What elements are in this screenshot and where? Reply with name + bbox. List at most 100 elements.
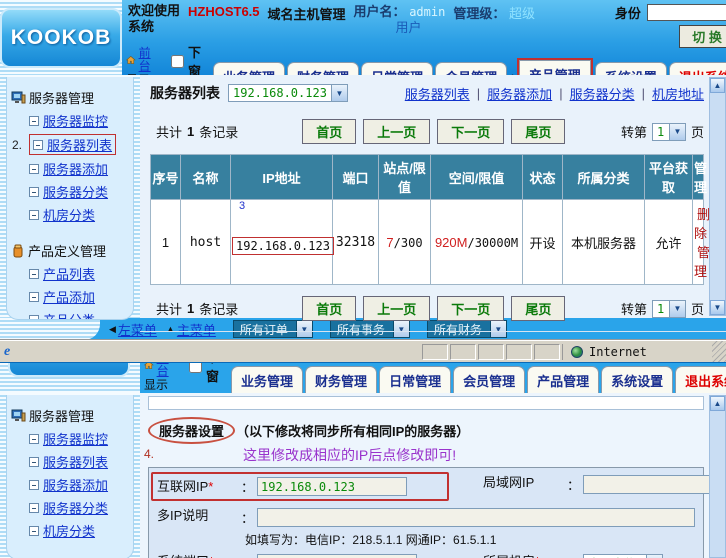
- resize-grip[interactable]: [712, 341, 726, 362]
- sidebar-item-server-monitor[interactable]: 服务器监控: [11, 109, 133, 132]
- logo-button-clipped: [8, 363, 130, 377]
- status-bar: e Internet: [0, 340, 726, 362]
- first-page-button[interactable]: 首页: [302, 296, 357, 321]
- prev-page-button[interactable]: 上一页: [363, 119, 431, 144]
- tab-business[interactable]: 业务管理: [231, 366, 304, 393]
- scroll-down-icon[interactable]: ▼: [710, 300, 725, 315]
- chevron-down-icon[interactable]: ▼: [668, 300, 685, 317]
- lower-window-checkbox[interactable]: [189, 363, 203, 373]
- sidebar-item-product-list[interactable]: 产品列表: [11, 262, 133, 285]
- server-icon: [11, 91, 26, 104]
- first-page-button[interactable]: 首页: [302, 119, 357, 144]
- multi-ip-input[interactable]: [257, 508, 695, 527]
- collapse-icon[interactable]: [29, 525, 39, 536]
- sidebar-item-server-list[interactable]: 服务器列表: [11, 450, 133, 473]
- finance-select[interactable]: 所有财务 ▼: [426, 320, 507, 338]
- window-top: KOOKOB 欢迎使用 系统 HZHOST6.5 域名主机管理 用户名： adm…: [0, 0, 726, 362]
- link-room-address[interactable]: 机房地址: [652, 84, 704, 103]
- sidebar-item-product-category[interactable]: 产品分类: [11, 308, 133, 319]
- tab-finance[interactable]: 财务管理: [305, 366, 378, 393]
- front-link[interactable]: 前台: [157, 363, 173, 379]
- chevron-down-icon[interactable]: ▼: [330, 85, 347, 101]
- page-title: 服务器列表: [150, 85, 220, 101]
- collapse-icon[interactable]: [29, 314, 39, 319]
- collapse-icon[interactable]: [29, 291, 39, 302]
- main-menu-toggle[interactable]: ▲ 主菜单: [166, 320, 216, 339]
- last-page-button[interactable]: 尾页: [511, 119, 566, 144]
- chevron-down-icon[interactable]: ▼: [489, 321, 506, 337]
- sidebar-item-server-list[interactable]: 2. 服务器列表: [11, 132, 133, 157]
- annotation-step2: 2.: [12, 137, 23, 152]
- collapse-icon[interactable]: [33, 139, 43, 150]
- transactions-select[interactable]: 所有事务 ▼: [329, 320, 410, 338]
- room-select[interactable]: 中国电信 ▼: [583, 554, 664, 558]
- sidebar-group-products-title: 产品定义管理: [28, 244, 107, 259]
- cell-manage: 删除 管理: [692, 199, 710, 285]
- last-page-button[interactable]: 尾页: [511, 296, 566, 321]
- sidebar-item-server-monitor[interactable]: 服务器监控: [11, 427, 133, 450]
- multi-ip-hint: 如填写为：电信IP：218.5.1.1 网通IP：61.5.1.1: [245, 533, 497, 547]
- internet-zone: Internet: [562, 343, 712, 360]
- sidebar-group-products: 产品定义管理: [11, 241, 133, 260]
- link-server-list[interactable]: 服务器列表: [405, 84, 470, 103]
- left-menu-toggle[interactable]: ◀ 左菜单: [109, 320, 157, 339]
- logo-button[interactable]: KOOKOB: [0, 7, 122, 68]
- lower-window-checkbox[interactable]: [171, 54, 185, 68]
- lan-ip-input[interactable]: [583, 475, 726, 494]
- server-table: 序号 名称 IP地址 端口 站点/限值 空间/限值 状态 所属分类 平台获取 管…: [150, 154, 710, 285]
- sidebar-item-room-category[interactable]: 机房分类: [11, 203, 133, 226]
- sidebar-panel: 服务器管理 服务器监控 2. 服务器列表 服务器添加 服务器分类 机房分类 产品…: [6, 77, 134, 320]
- link-server-add[interactable]: 服务器添加: [487, 84, 552, 103]
- collapse-icon[interactable]: [29, 502, 39, 513]
- tab-settings[interactable]: 系统设置: [601, 366, 674, 393]
- sidebar-item-server-add[interactable]: 服务器添加: [11, 473, 133, 496]
- identity-input[interactable]: [646, 4, 726, 21]
- header-right: 欢迎使用 系统 HZHOST6.5 域名主机管理 用户名： admin 用户 管…: [122, 0, 726, 89]
- scrollbar-vertical[interactable]: ▲ ▼: [709, 77, 726, 316]
- internet-ip-input[interactable]: [257, 477, 408, 496]
- delete-link[interactable]: 删除: [694, 207, 710, 241]
- collapse-icon[interactable]: [29, 209, 39, 220]
- collapse-icon[interactable]: [29, 163, 39, 174]
- tab-product[interactable]: 产品管理: [527, 366, 600, 393]
- globe-icon: [571, 345, 583, 358]
- chevron-down-icon[interactable]: ▼: [668, 123, 685, 140]
- collapse-icon[interactable]: [29, 115, 39, 126]
- next-page-button[interactable]: 下一页: [437, 296, 505, 321]
- welcome-line1: 欢迎使用: [128, 3, 181, 18]
- sidebar-item-room-category[interactable]: 机房分类: [11, 519, 133, 542]
- chevron-down-icon[interactable]: ▼: [295, 321, 312, 337]
- goto-page-select[interactable]: 1 ▼: [651, 299, 686, 318]
- sidebar-item-server-category[interactable]: 服务器分类: [11, 496, 133, 519]
- collapse-icon[interactable]: [29, 456, 39, 467]
- front-link[interactable]: 前台: [139, 46, 155, 75]
- tab-member[interactable]: 会员管理: [453, 366, 526, 393]
- cell-name: host: [180, 199, 231, 285]
- server-select[interactable]: 192.168.0.123 ▼: [228, 84, 348, 102]
- scroll-up-icon[interactable]: ▲: [710, 78, 725, 93]
- goto-page-select[interactable]: 1 ▼: [651, 122, 686, 141]
- tab-daily[interactable]: 日常管理: [379, 366, 452, 393]
- link-server-category[interactable]: 服务器分类: [570, 84, 635, 103]
- port-input[interactable]: [257, 554, 418, 558]
- cell-port: 32318: [332, 199, 379, 285]
- collapse-icon[interactable]: [29, 186, 39, 197]
- scrollbar-vertical[interactable]: ▲: [709, 395, 726, 558]
- chevron-down-icon[interactable]: ▼: [392, 321, 409, 337]
- cell-seq: 1: [150, 199, 181, 285]
- prev-page-button[interactable]: 上一页: [363, 296, 431, 321]
- sidebar-item-server-category[interactable]: 服务器分类: [11, 180, 133, 203]
- orders-select[interactable]: 所有订单 ▼: [232, 320, 313, 338]
- identity-label: 身份: [614, 6, 641, 21]
- collapse-icon[interactable]: [29, 479, 39, 490]
- collapse-icon[interactable]: [29, 268, 39, 279]
- scroll-up-icon[interactable]: ▲: [710, 396, 725, 411]
- next-page-button[interactable]: 下一页: [437, 119, 505, 144]
- sidebar-group-servers-title: 服务器管理: [29, 409, 95, 424]
- sidebar-item-product-add[interactable]: 产品添加: [11, 285, 133, 308]
- sidebar-item-server-add[interactable]: 服务器添加: [11, 157, 133, 180]
- manage-link[interactable]: 管理: [694, 245, 710, 279]
- tab-exit[interactable]: 退出系统: [675, 366, 726, 393]
- collapse-icon[interactable]: [29, 433, 39, 444]
- user-block: 用户名： admin 用户: [354, 3, 446, 35]
